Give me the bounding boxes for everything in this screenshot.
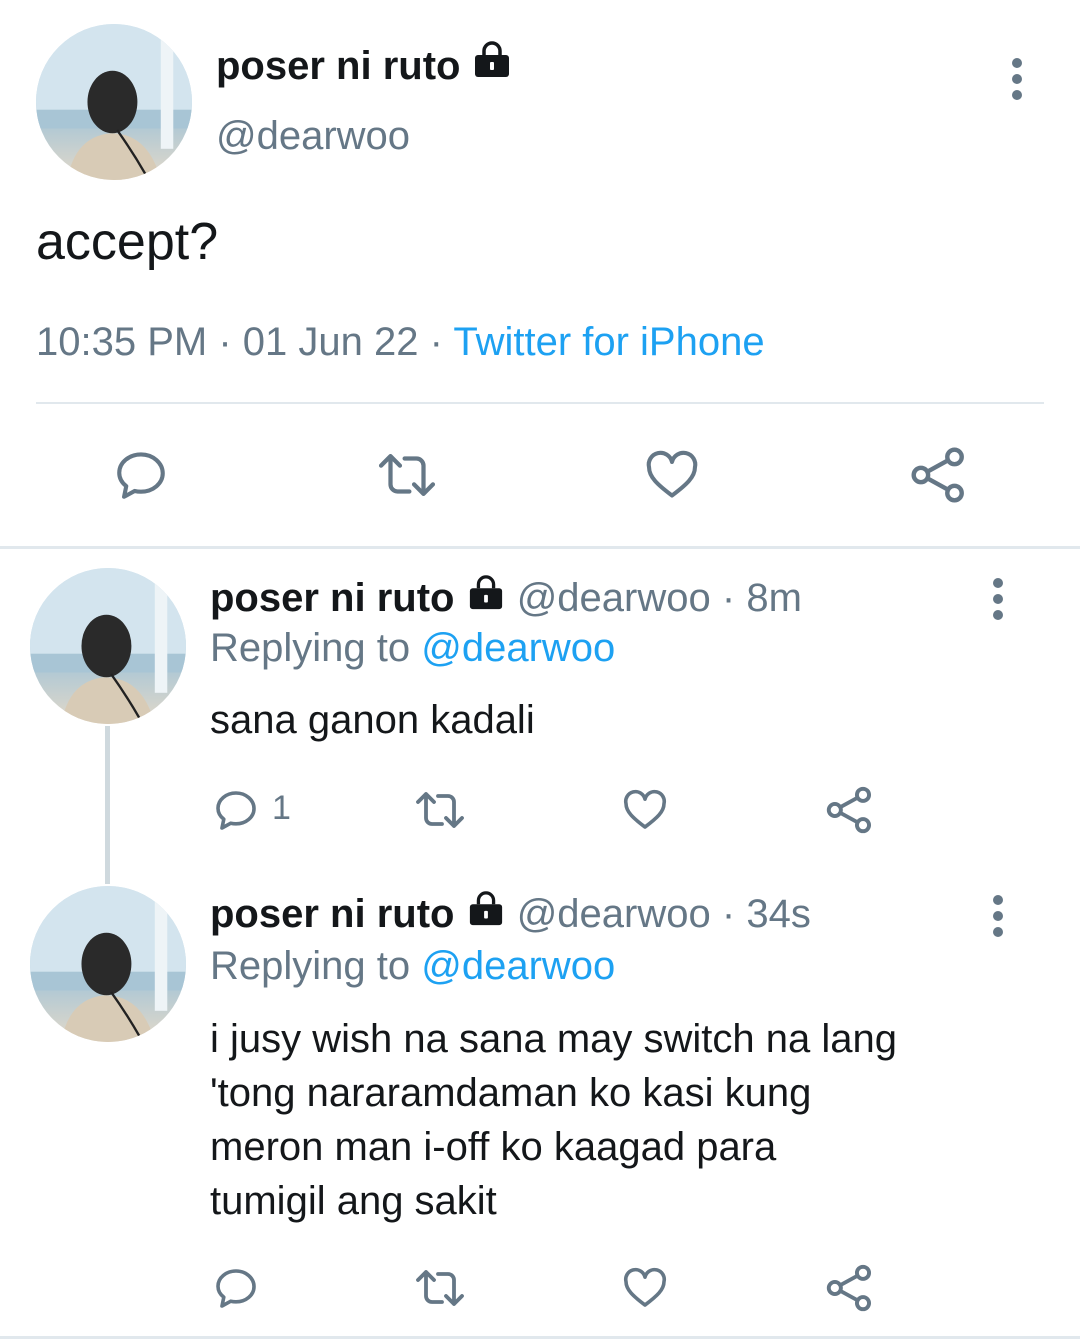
- tweet-text: accept?: [36, 213, 219, 271]
- divider: [0, 546, 1080, 549]
- speech-bubble-icon[interactable]: [212, 786, 260, 834]
- heart-icon[interactable]: [620, 786, 670, 834]
- display-name[interactable]: poser ni ruto: [210, 576, 454, 620]
- retweet-icon[interactable]: [374, 446, 440, 504]
- share-icon[interactable]: [824, 1262, 876, 1314]
- handle[interactable]: @dearwoo: [517, 892, 711, 936]
- avatar-image: [30, 568, 186, 724]
- avatar[interactable]: [36, 24, 192, 180]
- tweet-text: i jusy wish na sana may switch na lang '…: [210, 1012, 897, 1228]
- display-name[interactable]: poser ni ruto: [210, 892, 454, 936]
- retweet-icon[interactable]: [412, 1264, 468, 1312]
- heart-icon[interactable]: [642, 446, 702, 504]
- divider: [0, 1336, 1080, 1339]
- reply-header: poser ni ruto @dearwoo · 8m: [210, 572, 802, 624]
- tweet-time[interactable]: 10:35 PM: [36, 320, 207, 364]
- avatar[interactable]: [30, 568, 186, 724]
- lock-icon: [472, 40, 512, 92]
- tweet-date[interactable]: 01 Jun 22: [243, 320, 419, 364]
- tweet-text: sana ganon kadali: [210, 698, 535, 742]
- speech-bubble-icon[interactable]: [112, 446, 170, 504]
- more-vertical-icon[interactable]: [992, 578, 1004, 626]
- reply-header: poser ni ruto @dearwoo · 34s: [210, 888, 811, 940]
- tweet-text-line: meron man i-off ko kaagad para: [210, 1125, 777, 1169]
- more-vertical-icon[interactable]: [1011, 58, 1023, 106]
- tweet-text-line: 'tong nararamdaman ko kasi kung: [210, 1071, 812, 1115]
- avatar[interactable]: [30, 886, 186, 1042]
- handle[interactable]: @dearwoo: [216, 110, 410, 162]
- tweet-source[interactable]: Twitter for iPhone: [453, 320, 764, 364]
- handle[interactable]: @dearwoo: [517, 576, 711, 620]
- replying-label: Replying to: [210, 944, 411, 988]
- avatar-image: [36, 24, 192, 180]
- meta-separator: ·: [218, 320, 232, 364]
- replying-label: Replying to: [210, 626, 411, 670]
- divider: [36, 402, 1044, 404]
- speech-bubble-icon[interactable]: [212, 1264, 260, 1312]
- heart-icon[interactable]: [620, 1264, 670, 1312]
- meta-separator: ·: [721, 576, 736, 620]
- tweet-text-line: tumigil ang sakit: [210, 1179, 497, 1223]
- display-name[interactable]: poser ni ruto: [216, 44, 460, 88]
- meta-separator: ·: [721, 892, 736, 936]
- mention-link[interactable]: @dearwoo: [421, 626, 615, 670]
- thread-line: [105, 726, 110, 884]
- retweet-icon[interactable]: [412, 786, 468, 834]
- tweet-age[interactable]: 34s: [746, 892, 811, 936]
- tweet-age[interactable]: 8m: [746, 576, 802, 620]
- replying-to: Replying to @dearwoo: [210, 940, 615, 992]
- reply-count: 1: [272, 789, 291, 827]
- avatar-image: [30, 886, 186, 1042]
- mention-link[interactable]: @dearwoo: [421, 944, 615, 988]
- lock-icon: [466, 572, 506, 624]
- meta-separator: ·: [429, 320, 443, 364]
- tweet-meta: 10:35 PM · 01 Jun 22 · Twitter for iPhon…: [36, 316, 765, 368]
- more-vertical-icon[interactable]: [992, 895, 1004, 943]
- share-icon[interactable]: [908, 444, 970, 506]
- share-icon[interactable]: [824, 784, 876, 836]
- tweet-text-line: i jusy wish na sana may switch na lang: [210, 1017, 897, 1061]
- lock-icon: [466, 888, 506, 940]
- replying-to: Replying to @dearwoo: [210, 622, 615, 674]
